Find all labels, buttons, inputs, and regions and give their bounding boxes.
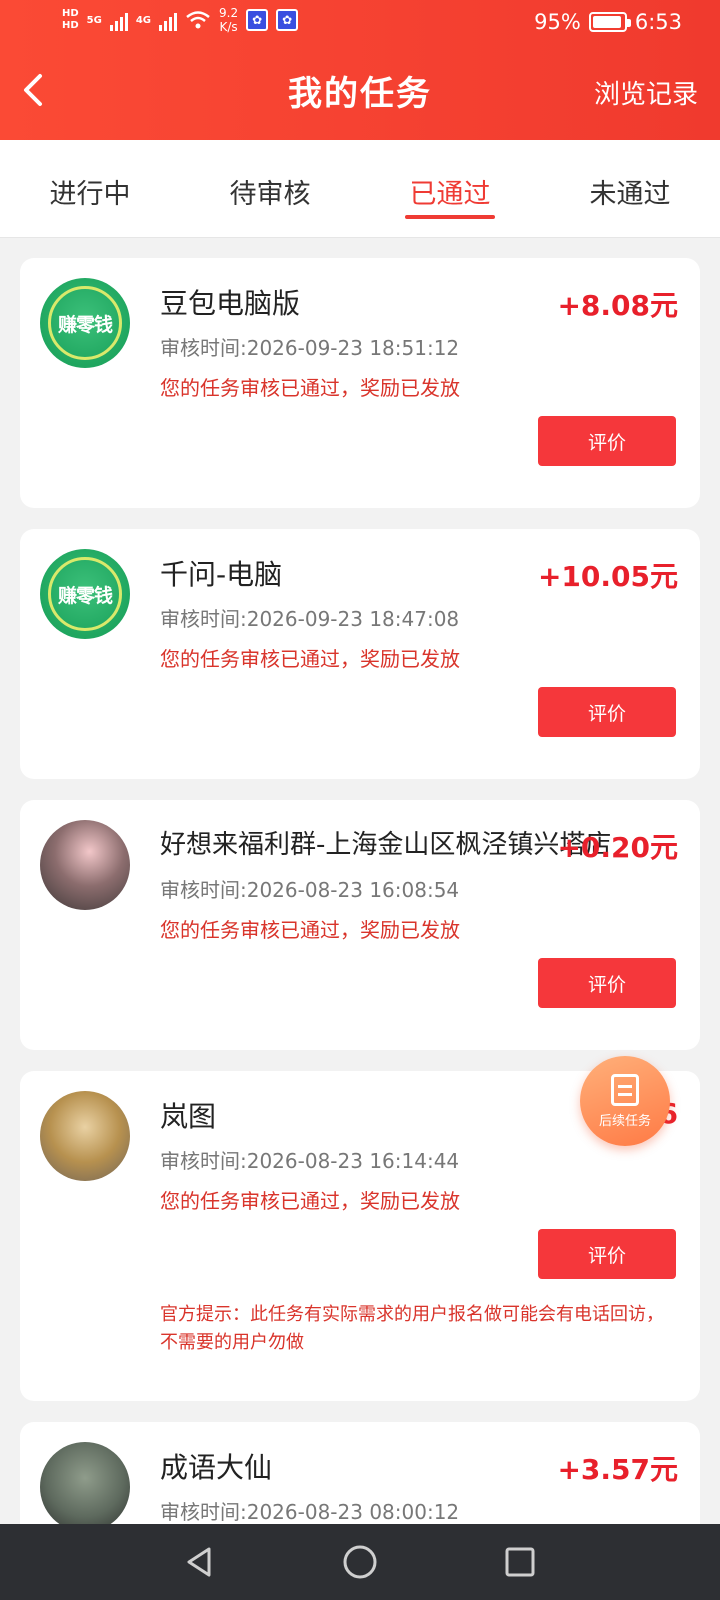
app-header: HD HD 5G 4G 9.2 K/s ✿ ✿ 95% 6:53 我的任务 浏览… (0, 0, 720, 140)
evaluate-button[interactable]: 评价 (538, 1229, 676, 1279)
hd-label-1: HD (62, 8, 79, 19)
task-reward: +0.20元 (557, 831, 678, 864)
circle-home-icon (343, 1545, 377, 1579)
net-label-5g: 5G (86, 14, 102, 26)
document-icon (611, 1073, 639, 1106)
nav-back-button[interactable] (170, 1532, 230, 1592)
task-card[interactable]: 好想来福利群-上海金山区枫泾镇兴塔店 +0.20元 审核时间:2026-08-2… (20, 800, 700, 1050)
task-name: 岚图 (160, 1100, 217, 1133)
task-name: 成语大仙 (160, 1451, 273, 1484)
hd-indicator: HD HD (62, 8, 79, 32)
wifi-icon (186, 11, 210, 29)
battery-percent: 95% (534, 10, 581, 34)
task-avatar: 赚零钱 (40, 549, 130, 639)
evaluate-button[interactable]: 评价 (538, 958, 676, 1008)
review-time: 审核时间:2026-08-23 16:08:54 (160, 878, 460, 902)
signal-5g-icon (109, 9, 128, 31)
task-list: 赚零钱 豆包电脑版 +8.08元 审核时间:2026-09-23 18:51:1… (20, 258, 700, 1524)
task-avatar (40, 820, 130, 910)
evaluate-button[interactable]: 评价 (538, 416, 676, 466)
tab-pending-review[interactable]: 待审核 (180, 140, 360, 237)
review-time: 审核时间:2026-09-23 18:51:12 (160, 336, 460, 360)
avatar-text: 赚零钱 (57, 313, 113, 336)
official-notice: 官方提示：此任务有实际需求的用户报名做可能会有电话回访，不需要的用户勿做 (160, 1304, 664, 1353)
net-label-4g: 4G (135, 14, 152, 26)
review-time: 审核时间:2026-08-23 08:00:12 (160, 1500, 460, 1524)
task-reward: +8.08元 (557, 289, 678, 322)
task-card[interactable]: 成语大仙 +3.57元 审核时间:2026-08-23 08:00:12 (20, 1422, 700, 1524)
nav-home-button[interactable] (330, 1532, 390, 1592)
review-time: 审核时间:2026-09-23 18:47:08 (160, 607, 460, 631)
notification-app-icon-2: ✿ (276, 9, 299, 31)
status-bar: HD HD 5G 4G 9.2 K/s ✿ ✿ 95% 6:53 (0, 0, 720, 48)
square-recents-icon (505, 1547, 535, 1577)
review-time: 审核时间:2026-08-23 16:14:44 (160, 1149, 460, 1173)
system-nav-bar (0, 1524, 720, 1600)
battery-fill (592, 16, 622, 28)
battery-icon (588, 12, 631, 32)
nav-recents-button[interactable] (490, 1532, 550, 1592)
hd-label-2: HD (62, 20, 79, 31)
task-name: 豆包电脑版 (160, 287, 301, 320)
task-name: 千问-电脑 (160, 558, 283, 591)
speed-unit: K/s (219, 20, 238, 34)
task-name: 好想来福利群-上海金山区枫泾镇兴塔店 (160, 830, 612, 860)
tab-rejected[interactable]: 未通过 (540, 140, 720, 237)
status-message: 您的任务审核已通过，奖励已发放 (160, 647, 460, 671)
status-message: 您的任务审核已通过，奖励已发放 (160, 918, 460, 942)
status-tabs: 进行中 待审核 已通过 未通过 (0, 140, 720, 238)
fab-label: 后续任务 (598, 1113, 651, 1129)
status-time: 6:53 (634, 10, 682, 34)
task-reward: +3.57元 (557, 1453, 678, 1486)
triangle-back-icon (187, 1547, 211, 1577)
tab-in-progress[interactable]: 进行中 (0, 140, 180, 237)
avatar-text: 赚零钱 (57, 584, 113, 607)
task-avatar: 赚零钱 (40, 278, 130, 368)
tab-approved[interactable]: 已通过 (360, 140, 540, 237)
task-card[interactable]: 赚零钱 千问-电脑 +10.05元 审核时间:2026-09-23 18:47:… (20, 529, 700, 779)
task-avatar (40, 1442, 130, 1524)
signal-4g-icon (159, 9, 178, 31)
status-left: HD HD 5G 4G 9.2 K/s ✿ ✿ (62, 6, 299, 34)
status-message: 您的任务审核已通过，奖励已发放 (160, 376, 460, 400)
speed-value: 9.2 (219, 6, 239, 20)
status-right: 95% 6:53 (534, 10, 682, 34)
network-speed: 9.2 K/s (219, 6, 238, 34)
follow-up-tasks-button[interactable]: 后续任务 (580, 1056, 670, 1146)
task-card[interactable]: 赚零钱 豆包电脑版 +8.08元 审核时间:2026-09-23 18:51:1… (20, 258, 700, 508)
task-reward: +10.05元 (537, 560, 678, 593)
browse-history-link[interactable]: 浏览记录 (594, 74, 698, 111)
task-avatar (40, 1091, 130, 1181)
evaluate-button[interactable]: 评价 (538, 687, 676, 737)
status-message: 您的任务审核已通过，奖励已发放 (160, 1189, 460, 1213)
notification-app-icon: ✿ (246, 9, 269, 31)
